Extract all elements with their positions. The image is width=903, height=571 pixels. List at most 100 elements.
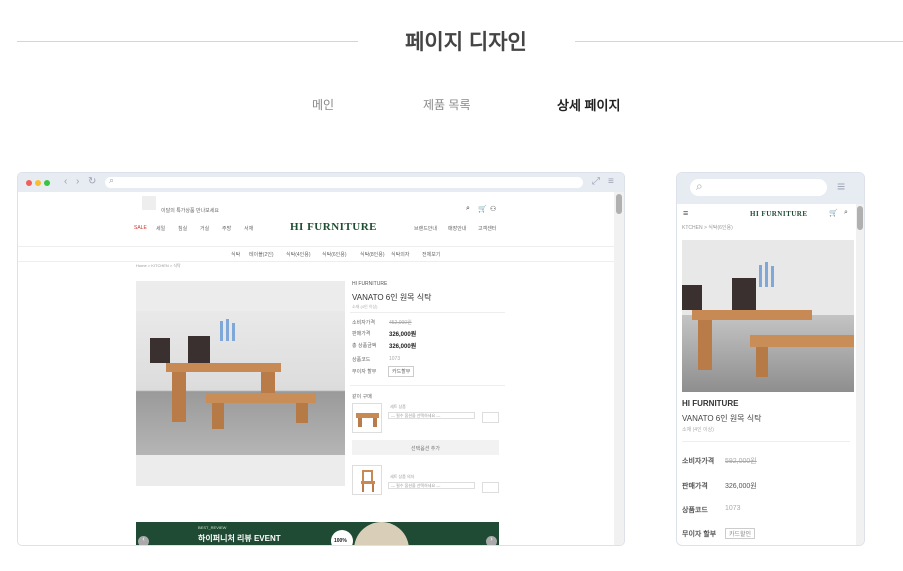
- maximize-dot-icon[interactable]: [44, 180, 50, 186]
- tab-main[interactable]: 메인: [312, 96, 334, 113]
- desktop-site: 이달의 특가상품 만나보세요 ⌕ 🛒 ⚇ SALE 세일 침실 거실 주방 서재…: [18, 192, 616, 545]
- util-cs[interactable]: 고객센터: [478, 225, 496, 232]
- table-leg: [172, 372, 186, 422]
- tab-detail-page[interactable]: 상세 페이지: [557, 95, 620, 114]
- desktop-mockup: ‹ › ↻ ⌕ ⤢ ≡ 이달의 특가상품 만나보세요 ⌕ 🛒 ⚇ SALE 세일…: [17, 172, 625, 546]
- minimize-dot-icon[interactable]: [35, 180, 41, 186]
- add-option-button[interactable]: 선택옵션 추가: [352, 440, 499, 455]
- banner-badge: 100%: [334, 538, 347, 544]
- sale-price: 326,000원: [725, 483, 757, 490]
- banner-image: [354, 522, 409, 545]
- option-select-value: — 필수 옵션을 선택하세요 —: [391, 483, 441, 488]
- promo-text[interactable]: 이달의 특가상품 만나보세요: [161, 207, 219, 214]
- chair-thumb-back: [362, 470, 373, 481]
- search-icon[interactable]: ⌕: [466, 205, 470, 213]
- bench-leg: [756, 347, 768, 377]
- scroll-thumb[interactable]: [857, 206, 863, 230]
- close-dot-icon[interactable]: [26, 180, 32, 186]
- subnav-item[interactable]: 테이블(2인): [249, 251, 274, 258]
- subnav-item[interactable]: 식탁의자: [391, 251, 409, 258]
- back-icon[interactable]: ‹: [64, 176, 67, 187]
- bench-leg: [212, 403, 224, 429]
- cart-icon[interactable]: 🛒: [829, 209, 838, 217]
- nav-study[interactable]: 서재: [244, 225, 253, 232]
- nav-bedroom[interactable]: 침실: [178, 225, 187, 232]
- option-select[interactable]: — 필수 옵션을 선택하세요 —: [388, 482, 475, 489]
- badge-circle: 100%: [331, 530, 353, 545]
- bench-leg: [296, 403, 308, 423]
- scroll-thumb[interactable]: [616, 194, 622, 214]
- table-top: [166, 363, 281, 372]
- cart-icon[interactable]: 🛒: [478, 205, 487, 213]
- search-icon: ⌕: [696, 179, 703, 193]
- nav-sale[interactable]: SALE: [134, 225, 147, 231]
- expand-icon[interactable]: ⤢: [592, 176, 600, 187]
- forward-icon[interactable]: ›: [76, 176, 79, 187]
- sale-price-label: 판매가격: [682, 483, 708, 490]
- product-image[interactable]: [136, 281, 345, 486]
- interest-badge: 카드할부: [388, 366, 415, 377]
- interest-badge: 카드할인: [725, 528, 756, 539]
- subnav-divider: [18, 261, 616, 262]
- product-photo: [136, 311, 345, 455]
- nav-kitchen[interactable]: 주방: [222, 225, 231, 232]
- chair: [188, 336, 210, 363]
- product-code: 1073: [725, 505, 741, 512]
- search-icon: ⌕: [109, 175, 115, 185]
- quantity-stepper[interactable]: [482, 482, 499, 493]
- option-thumbnail[interactable]: [352, 465, 382, 495]
- user-icon[interactable]: ⚇: [490, 205, 496, 213]
- subnav-item[interactable]: 식탁(6인용): [322, 251, 347, 258]
- nav-living[interactable]: 거실: [200, 225, 209, 232]
- options-title: 같이 구매: [352, 394, 372, 400]
- subnav-item[interactable]: 식탁(4인용): [286, 251, 311, 258]
- product-sub: 소재 (4인 이상): [352, 304, 378, 309]
- menu-icon[interactable]: ≡: [683, 208, 688, 218]
- chair: [732, 278, 756, 310]
- product-name: VANATO 6인 원목 식탁: [352, 293, 432, 302]
- util-brand[interactable]: 브랜드안내: [414, 225, 437, 232]
- interest-label: 무이자 할부: [682, 531, 717, 538]
- banner-tag: BEST_REVIEW: [198, 525, 227, 530]
- product-code: 1073: [389, 356, 401, 362]
- nav-divider: [18, 246, 616, 247]
- breadcrumb: KTCHEN > 식탁(6인용): [682, 225, 733, 231]
- sale-price-label: 판매가격: [352, 331, 371, 337]
- candle: [759, 265, 762, 287]
- mobile-toolbar: ⌕ ≡: [677, 173, 864, 204]
- menu-icon[interactable]: ≡: [608, 176, 614, 187]
- refresh-icon[interactable]: ↻: [88, 176, 96, 187]
- option-select-value: — 필수 옵션을 선택하세요 —: [391, 413, 441, 418]
- hamburger-icon[interactable]: ≡: [837, 178, 845, 194]
- mobile-product-image[interactable]: [682, 240, 854, 392]
- subnav-item[interactable]: 전체보기: [422, 251, 440, 258]
- consumer-price: 452,000원: [389, 320, 412, 326]
- prev-arrow-icon[interactable]: ‹: [138, 536, 149, 545]
- mobile-brand-logo[interactable]: HI FURNITURE: [750, 210, 808, 218]
- candle: [765, 262, 768, 287]
- tab-product-list[interactable]: 제품 목록: [423, 96, 471, 113]
- address-bar[interactable]: ⌕: [105, 175, 583, 188]
- desktop-scrollbar[interactable]: [614, 192, 624, 545]
- interest-label: 무이자 할부: [352, 369, 377, 375]
- brand-logo[interactable]: HI FURNITURE: [290, 221, 377, 233]
- browser-toolbar: ‹ › ↻ ⌕ ⤢ ≡: [18, 173, 624, 192]
- search-icon[interactable]: ⌕: [844, 209, 848, 217]
- next-arrow-icon[interactable]: ›: [486, 536, 497, 545]
- subnav-item[interactable]: 식탁: [231, 251, 240, 258]
- quantity-stepper[interactable]: [482, 412, 499, 423]
- candle: [232, 323, 235, 341]
- mobile-search-bar[interactable]: ⌕: [690, 179, 827, 196]
- consumer-price-label: 소비자가격: [352, 320, 376, 326]
- chair: [682, 285, 702, 310]
- gift-box-icon: [142, 196, 156, 210]
- mobile-scrollbar[interactable]: [856, 204, 864, 545]
- option-thumbnail[interactable]: [352, 403, 382, 433]
- util-store[interactable]: 매장안내: [448, 225, 466, 232]
- nav-sale-ko[interactable]: 세일: [156, 225, 165, 232]
- option-select[interactable]: — 필수 옵션을 선택하세요 —: [388, 412, 475, 419]
- review-event-banner[interactable]: BEST_REVIEW 하이퍼니처 리뷰 EVENT 100% ‹ ›: [136, 522, 499, 545]
- code-label: 상품코드: [352, 357, 371, 363]
- subnav-item[interactable]: 식탁(8인용): [360, 251, 385, 258]
- chair-thumb-leg: [362, 484, 364, 492]
